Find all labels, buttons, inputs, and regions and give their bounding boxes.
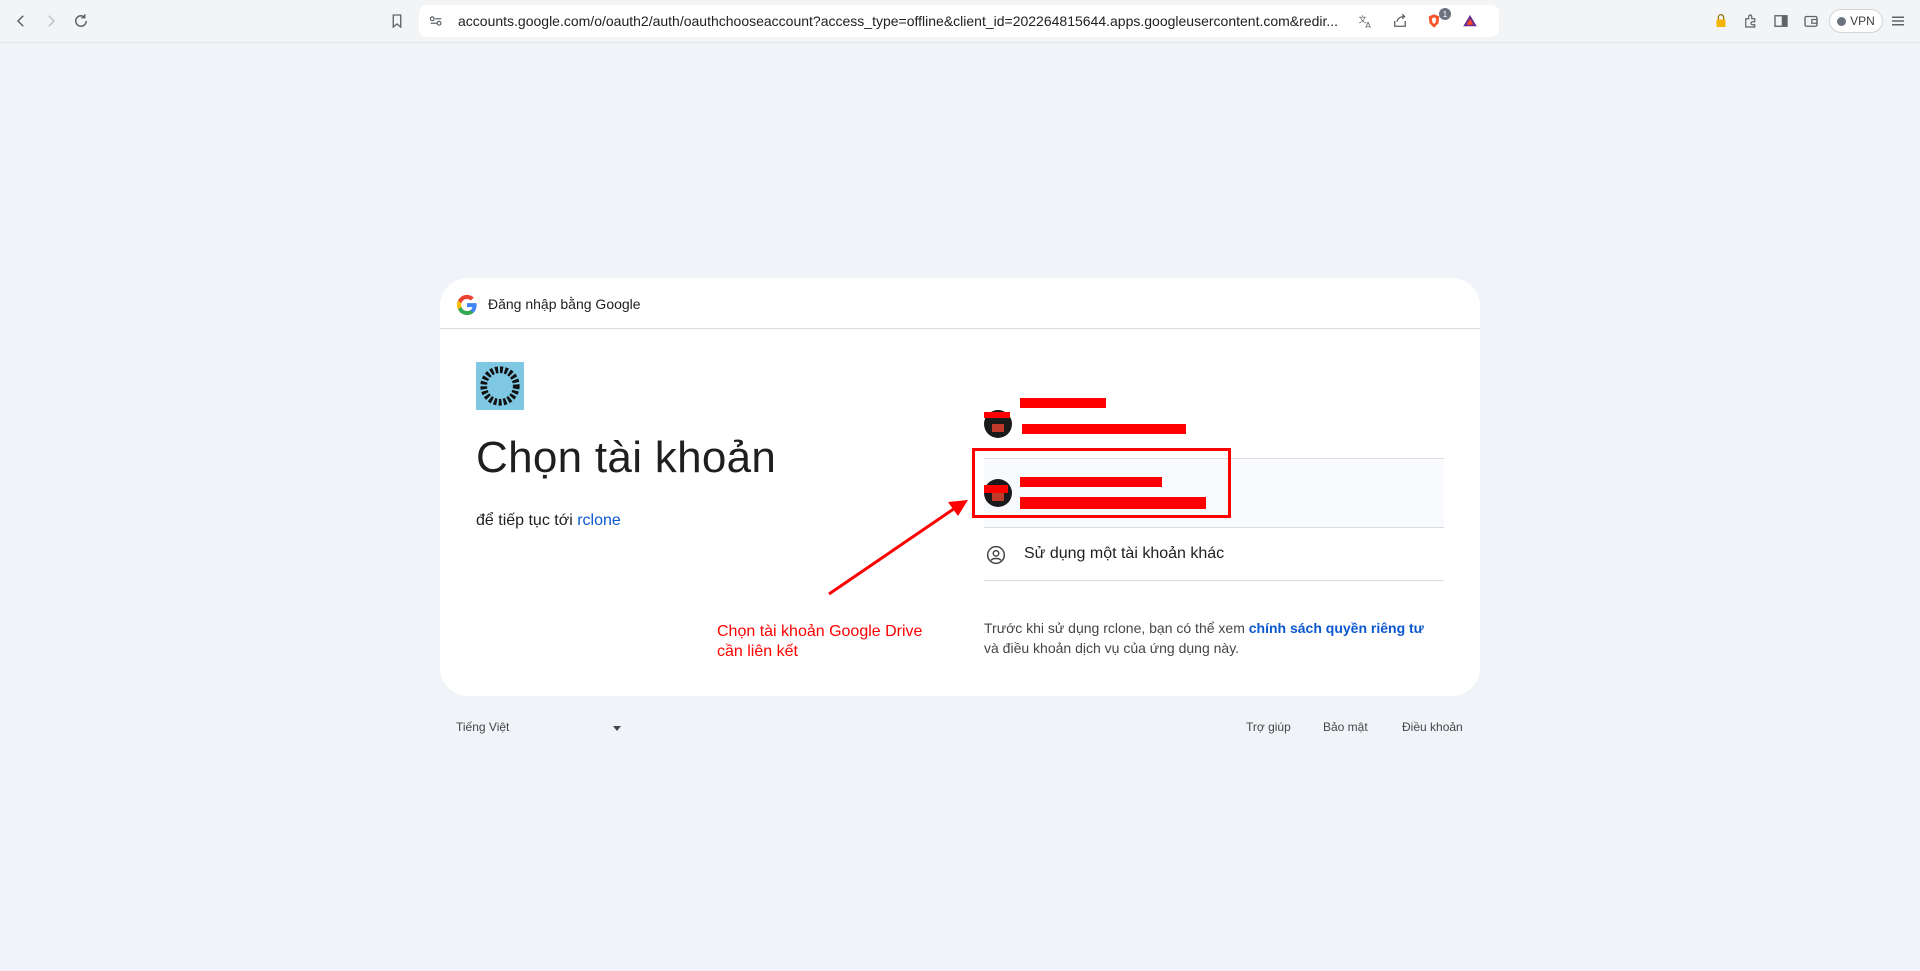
- card-header: Đăng nhập bằng Google: [440, 278, 1480, 329]
- privacy-notice: Trước khi sử dụng rclone, bạn có thể xem…: [984, 618, 1454, 658]
- annotation-text: Chọn tài khoản Google Drive cần liên kết: [717, 622, 957, 662]
- language-select[interactable]: Tiếng Việt: [456, 720, 509, 734]
- use-another-account-button[interactable]: Sử dụng một tài khoản khác: [984, 528, 1444, 581]
- subtitle-prefix: để tiếp tục tới: [476, 512, 578, 529]
- lock-extension-icon[interactable]: [1710, 10, 1732, 32]
- sidebar-icon[interactable]: [1770, 10, 1792, 32]
- page-title: Chọn tài khoản: [476, 433, 777, 482]
- browser-toolbar: accounts.google.com/o/oauth2/auth/oauthc…: [0, 0, 1920, 43]
- redaction-mark: [1022, 424, 1186, 434]
- url-text[interactable]: accounts.google.com/o/oauth2/auth/oauthc…: [458, 13, 1358, 29]
- shield-count-badge: 1: [1439, 8, 1451, 20]
- translate-icon[interactable]: 文A: [1355, 10, 1377, 32]
- header-text: Đăng nhập bằng Google: [488, 296, 641, 312]
- vpn-status-icon: [1837, 16, 1847, 26]
- use-another-account-label: Sử dụng một tài khoản khác: [1024, 545, 1225, 562]
- annotation-line-1: Chọn tài khoản Google Drive: [717, 623, 923, 640]
- privacy-link[interactable]: Bảo mật: [1323, 720, 1368, 734]
- annotation-line-2: cần liên kết: [717, 643, 798, 660]
- menu-icon[interactable]: [1887, 10, 1909, 32]
- privacy-suffix: và điều khoản dịch vụ của ứng dụng này.: [984, 640, 1240, 656]
- wallet-icon[interactable]: [1800, 10, 1822, 32]
- terms-link[interactable]: Điều khoản: [1402, 720, 1463, 734]
- forward-icon[interactable]: [40, 10, 62, 32]
- annotation-highlight-box: [972, 448, 1231, 518]
- chevron-down-icon[interactable]: [613, 726, 621, 731]
- app-name-link[interactable]: rclone: [577, 512, 621, 529]
- redaction-mark: [1020, 398, 1106, 408]
- redaction-mark: [984, 412, 1010, 418]
- google-logo-icon: [456, 294, 477, 316]
- privacy-prefix: Trước khi sử dụng rclone, bạn có thể xem: [984, 620, 1249, 636]
- address-bar[interactable]: accounts.google.com/o/oauth2/auth/oauthc…: [419, 5, 1499, 37]
- help-link[interactable]: Trợ giúp: [1246, 720, 1291, 734]
- site-settings-icon[interactable]: [425, 10, 447, 32]
- back-icon[interactable]: [10, 10, 32, 32]
- annotation-arrow: [828, 500, 968, 596]
- extensions-icon[interactable]: [1740, 10, 1762, 32]
- rclone-logo: [476, 362, 524, 410]
- vpn-label: VPN: [1850, 14, 1875, 28]
- share-icon[interactable]: [1389, 10, 1411, 32]
- reload-icon[interactable]: [70, 10, 92, 32]
- privacy-policy-link[interactable]: chính sách quyền riêng tư: [1249, 620, 1424, 636]
- brave-rewards-icon[interactable]: [1459, 10, 1481, 32]
- account-circle-icon: [986, 545, 1006, 565]
- bookmark-icon[interactable]: [386, 10, 408, 32]
- vpn-button[interactable]: VPN: [1829, 9, 1883, 33]
- account-chooser-card: Đăng nhập bằng Google Chọn tài khoản để …: [440, 278, 1480, 696]
- svg-text:A: A: [1365, 20, 1371, 30]
- subtitle: để tiếp tục tới rclone: [476, 512, 621, 530]
